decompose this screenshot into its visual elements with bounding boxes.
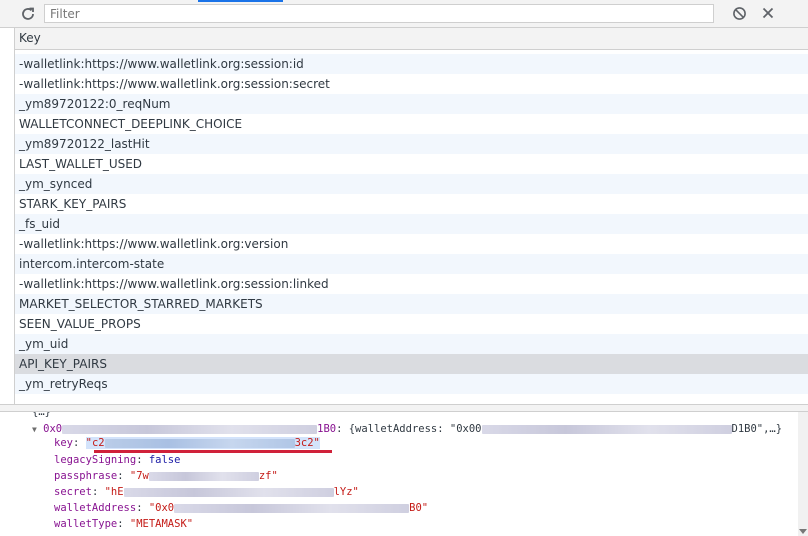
preview-wallet-line[interactable]: walletAddress: "0x0 B0"	[54, 501, 428, 515]
table-row[interactable]: LAST_WALLET_USED	[15, 154, 808, 174]
table-row[interactable]: _ym89720122_lastHit	[15, 134, 808, 154]
close-icon[interactable]	[760, 5, 776, 21]
active-tab-indicator	[198, 0, 283, 2]
passphrase-start: "7w	[129, 470, 149, 482]
wallet-end: B0"	[409, 502, 429, 514]
expand-triangle-icon[interactable]: ▼	[32, 425, 37, 434]
key-value-end: 3c2"	[294, 437, 320, 449]
preview-passphrase-line[interactable]: passphrase: "7w zf"	[54, 469, 278, 483]
scroll-down-arrow-icon[interactable]	[799, 529, 807, 534]
table-row[interactable]: API_KEY_PAIRS	[15, 354, 808, 374]
prop-label-wallettype: walletType	[54, 518, 118, 530]
secret-start: "hE	[104, 486, 124, 498]
object-summary-end: D1B0",…}	[731, 423, 783, 435]
column-header-key[interactable]: Key	[15, 28, 808, 50]
table-row[interactable]: -walletlink:https://www.walletlink.org:s…	[15, 274, 808, 294]
key-value-start: "c2	[85, 437, 105, 449]
preview-secret-line[interactable]: secret: "hE lYz"	[54, 485, 359, 499]
filter-input[interactable]	[44, 4, 714, 23]
preview-legacy-line[interactable]: legacySigning: false	[54, 453, 180, 467]
table-row[interactable]: -walletlink:https://www.walletlink.org:s…	[15, 54, 808, 74]
object-key-end: 1B0	[317, 423, 337, 435]
prop-label-wallet: walletAddress	[54, 502, 137, 514]
redacted-secret	[123, 487, 334, 497]
storage-toolbar	[0, 0, 808, 28]
secret-end: lYz"	[333, 486, 359, 498]
preview-key-line[interactable]: key: "c2 3c2"	[54, 436, 320, 450]
refresh-icon[interactable]	[20, 6, 36, 22]
table-row[interactable]: -walletlink:https://www.walletlink.org:v…	[15, 234, 808, 254]
object-key-start: 0x0	[43, 423, 63, 435]
value-preview-panel: {…} ▼ 0x0 1B0: {walletAddress: "0x00 D1B0"…	[14, 412, 808, 536]
table-row[interactable]: _ym89720122:0_reqNum	[15, 94, 808, 114]
redacted-wallet-address	[174, 503, 410, 513]
wallettype-value: "METAMASK"	[129, 518, 194, 530]
storage-key-table: Key -walletlink:https://www.walletlink.o…	[14, 28, 808, 404]
prop-label-legacy: legacySigning	[54, 454, 137, 466]
redacted-key-value	[104, 438, 295, 448]
table-row[interactable]: -walletlink:https://www.walletlink.org:s…	[15, 74, 808, 94]
table-row[interactable]: _fs_uid	[15, 214, 808, 234]
wallet-start: "0x0	[148, 502, 175, 514]
table-row[interactable]: SEEN_VALUE_PROPS	[15, 314, 808, 334]
preview-partial-line: {…}	[32, 412, 51, 418]
redacted-object-key	[62, 424, 318, 434]
preview-object-line[interactable]: ▼ 0x0 1B0: {walletAddress: "0x00 D1B0",…}	[32, 422, 782, 437]
panel-splitter[interactable]	[0, 404, 808, 412]
clear-all-icon[interactable]	[732, 6, 747, 21]
preview-scrollbar[interactable]	[798, 412, 808, 536]
redacted-passphrase	[148, 471, 259, 481]
table-body: -walletlink:https://www.walletlink.org:s…	[15, 50, 808, 394]
passphrase-end: zf"	[258, 470, 278, 482]
table-row[interactable]: STARK_KEY_PAIRS	[15, 194, 808, 214]
table-row[interactable]: _ym_synced	[15, 174, 808, 194]
prop-label-secret: secret	[54, 486, 92, 498]
redacted-summary-address	[481, 424, 732, 434]
table-row[interactable]: _ym_uid	[15, 334, 808, 354]
prop-label-key: key	[54, 437, 73, 449]
table-row[interactable]: MARKET_SELECTOR_STARRED_MARKETS	[15, 294, 808, 314]
prop-label-passphrase: passphrase	[54, 470, 118, 482]
table-row[interactable]: intercom.intercom-state	[15, 254, 808, 274]
preview-wallettype-line[interactable]: walletType: "METAMASK"	[54, 517, 193, 531]
table-row[interactable]: WALLETCONNECT_DEEPLINK_CHOICE	[15, 114, 808, 134]
object-summary-start: : {walletAddress: "0x00	[336, 423, 482, 435]
legacy-value: false	[148, 454, 181, 466]
table-row[interactable]: _ym_retryReqs	[15, 374, 808, 394]
